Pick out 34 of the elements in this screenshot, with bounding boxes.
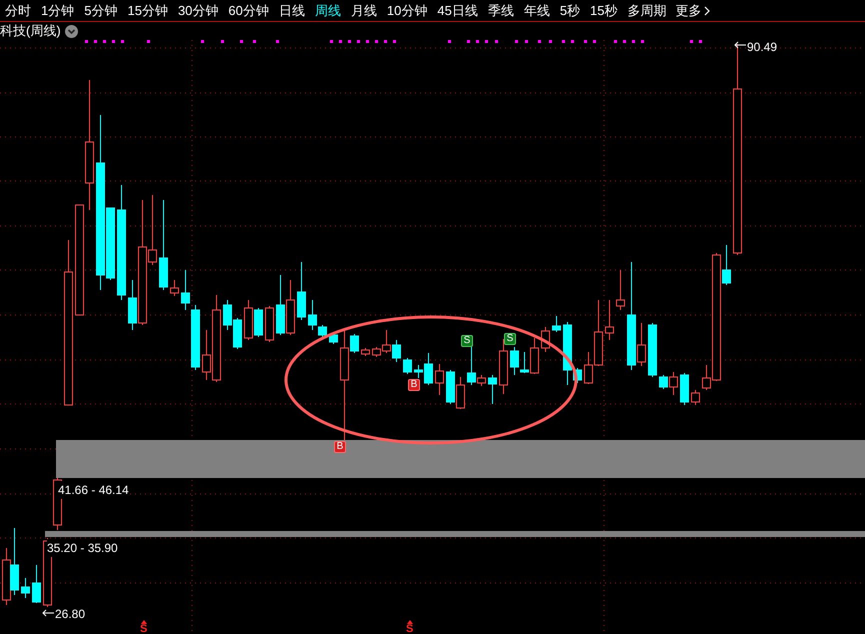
buy-signal-marker: B xyxy=(408,379,420,391)
sell-signal-marker: S xyxy=(504,333,516,345)
period-tab[interactable]: 10分钟 xyxy=(382,0,432,20)
low-price-label: 26.80 xyxy=(55,606,86,623)
arrow-icon xyxy=(42,609,54,617)
price-range-label: 35.20 - 35.90 xyxy=(47,539,118,557)
more-menu[interactable]: 更多 xyxy=(672,0,714,20)
period-tab[interactable]: 周线 xyxy=(310,0,346,20)
period-tab[interactable]: 月线 xyxy=(346,0,382,20)
sell-signal-marker: S xyxy=(461,335,473,347)
signal-letter: S xyxy=(406,624,414,634)
period-tab[interactable]: 45日线 xyxy=(432,0,483,20)
period-tab[interactable]: 季线 xyxy=(482,0,519,20)
buy-signal-marker: B xyxy=(334,441,346,453)
price-range-label: 41.66 - 46.14 xyxy=(58,481,129,499)
period-tab[interactable]: 5秒 xyxy=(554,0,586,20)
dropdown-icon[interactable] xyxy=(64,24,78,38)
period-tab[interactable]: 日线 xyxy=(274,0,310,20)
period-tab[interactable]: 15分钟 xyxy=(122,0,173,20)
period-tab[interactable]: 15秒 xyxy=(585,0,623,20)
signal-letter: S xyxy=(140,624,148,634)
period-tab[interactable]: 5分钟 xyxy=(79,0,122,20)
period-tab[interactable]: 年线 xyxy=(518,0,555,20)
period-tab[interactable]: 60分钟 xyxy=(223,0,274,20)
caret-up-icon xyxy=(140,620,147,624)
caret-up-icon xyxy=(406,620,413,624)
chevron-right-icon xyxy=(704,6,710,16)
arrow-icon xyxy=(734,41,746,49)
chart-title: 科技(周线) xyxy=(0,22,61,40)
period-tab[interactable]: 30分钟 xyxy=(172,0,224,20)
high-price-label: 90.49 xyxy=(747,39,778,56)
period-tab[interactable]: 多周期 xyxy=(622,0,672,20)
period-tab[interactable]: 1分钟 xyxy=(36,0,80,20)
period-tab[interactable]: 分时 xyxy=(0,0,36,20)
